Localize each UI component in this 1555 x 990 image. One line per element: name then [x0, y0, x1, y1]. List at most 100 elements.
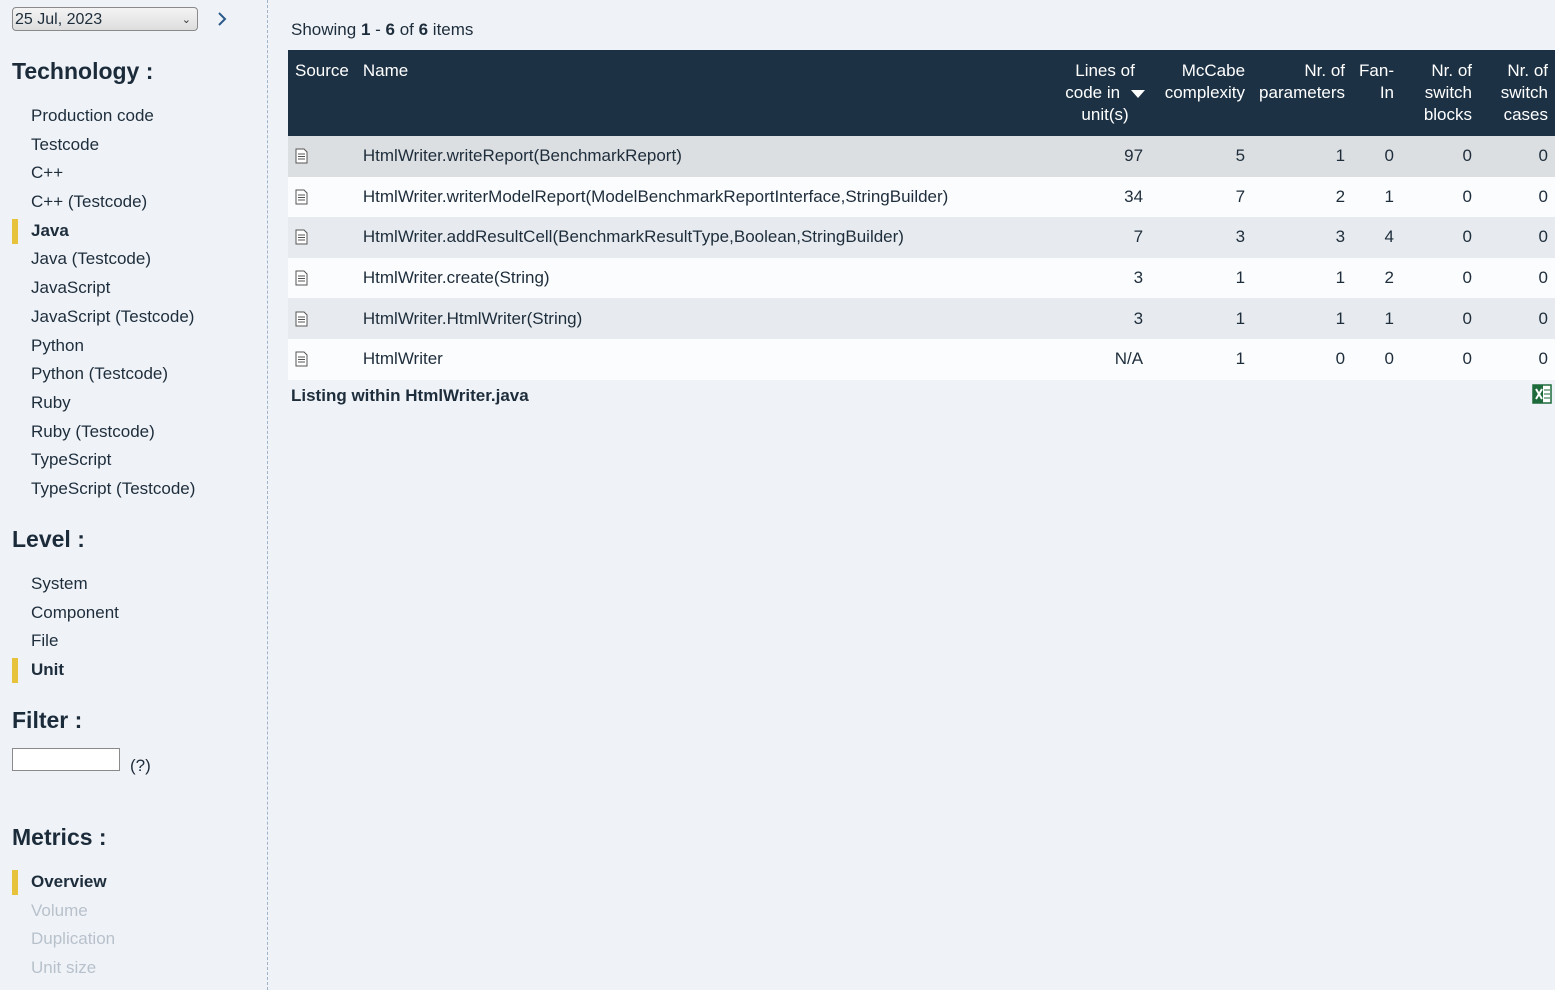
technology-list: Production code Testcode C++ C++ (Testcode)… — [12, 102, 252, 504]
source-cell[interactable] — [288, 176, 356, 218]
column-header-fanin[interactable]: Fan- In — [1352, 50, 1401, 136]
fanin-cell: 1 — [1352, 298, 1401, 339]
nav-metrics-unit-size: Unit size — [31, 958, 97, 978]
nav-level-unit[interactable]: Unit — [12, 656, 252, 685]
column-header-switch-blocks[interactable]: Nr. of switch blocks — [1401, 50, 1479, 136]
source-file-icon[interactable] — [295, 148, 349, 164]
nav-technology-typescript-testcode[interactable]: TypeScript (Testcode) — [12, 475, 252, 504]
mccabe-cell: 5 — [1150, 136, 1253, 177]
table-row[interactable]: HtmlWriter.writerModelReport(ModelBenchm… — [288, 176, 1555, 218]
switch-blocks-cell: 0 — [1401, 298, 1479, 339]
table-body: HtmlWriter.writeReport(BenchmarkReport) 9… — [288, 136, 1555, 380]
nav-technology-java[interactable]: Java — [12, 217, 252, 246]
level-list: System Component File Unit — [12, 570, 252, 685]
sort-descending-icon — [1130, 89, 1145, 98]
source-cell[interactable] — [288, 338, 356, 380]
column-header-params[interactable]: Nr. of parameters — [1252, 50, 1353, 136]
fanin-cell: 1 — [1352, 176, 1401, 218]
metrics-list: Overview Volume Duplication Unit size — [12, 868, 252, 983]
mccabe-cell: 7 — [1150, 176, 1253, 218]
source-file-icon[interactable] — [295, 229, 349, 245]
column-header-name[interactable]: Name — [355, 50, 1055, 136]
table-row[interactable]: HtmlWriter.writeReport(BenchmarkReport) 9… — [288, 136, 1555, 177]
filter-help-link[interactable]: (?) — [130, 756, 151, 776]
source-cell[interactable] — [288, 136, 356, 177]
name-cell[interactable]: HtmlWriter — [355, 338, 1055, 380]
params-cell: 3 — [1252, 217, 1353, 258]
params-cell: 2 — [1252, 176, 1353, 218]
nav-technology-production-code[interactable]: Production code — [12, 102, 252, 131]
fanin-cell: 0 — [1352, 136, 1401, 177]
nav-metrics-overview[interactable]: Overview — [12, 868, 252, 897]
nav-technology-c[interactable]: C++ — [12, 159, 252, 188]
column-header-loc[interactable]: Lines of code in unit(s) — [1054, 50, 1151, 136]
fanin-cell: 4 — [1352, 217, 1401, 258]
name-cell[interactable]: HtmlWriter.writeReport(BenchmarkReport) — [355, 136, 1055, 177]
nav-technology-c-testcode[interactable]: C++ (Testcode) — [12, 188, 252, 217]
chevron-right-icon[interactable] — [216, 9, 232, 29]
showing-total: 6 — [418, 20, 429, 39]
units-table: Source Name Lines of code in unit(s) McCa… — [288, 50, 1555, 380]
date-select[interactable]: 25 Jul, 2023 ⌄ — [12, 7, 198, 31]
params-cell: 1 — [1252, 257, 1353, 299]
fanin-cell: 2 — [1352, 257, 1401, 299]
nav-technology-python-testcode[interactable]: Python (Testcode) — [12, 360, 252, 389]
table-row[interactable]: HtmlWriter.create(String) 3 1 1 2 0 0 — [288, 257, 1555, 299]
column-header-switch-cases[interactable]: Nr. of switch cases — [1479, 50, 1555, 136]
excel-export-icon[interactable] — [1531, 384, 1553, 404]
mccabe-cell: 3 — [1150, 217, 1253, 258]
switch-blocks-cell: 0 — [1401, 176, 1479, 218]
nav-technology-ruby-testcode[interactable]: Ruby (Testcode) — [12, 418, 252, 447]
source-file-icon[interactable] — [295, 351, 349, 367]
sidebar: 25 Jul, 2023 ⌄ Technology : Production c… — [0, 0, 268, 990]
nav-technology-java-testcode[interactable]: Java (Testcode) — [12, 245, 252, 274]
nav-level-component[interactable]: Component — [12, 599, 252, 628]
showing-of: of — [394, 20, 419, 39]
source-cell[interactable] — [288, 217, 356, 258]
filter-input[interactable] — [12, 748, 120, 771]
showing-from: 1 — [360, 20, 371, 39]
name-cell[interactable]: HtmlWriter.create(String) — [355, 257, 1055, 299]
table-row[interactable]: HtmlWriter.addResultCell(BenchmarkResult… — [288, 217, 1555, 258]
column-header-source[interactable]: Source — [288, 50, 356, 136]
nav-technology-javascript-testcode[interactable]: JavaScript (Testcode) — [12, 303, 252, 332]
chevron-down-icon: ⌄ — [181, 14, 191, 26]
nav-technology-python[interactable]: Python — [12, 332, 252, 361]
source-file-icon[interactable] — [295, 270, 349, 286]
date-value: 25 Jul, 2023 — [15, 11, 103, 28]
showing-to: 6 — [385, 20, 395, 39]
source-file-icon[interactable] — [295, 311, 349, 327]
listing-caption: Listing within HtmlWriter.java — [291, 386, 529, 405]
name-cell[interactable]: HtmlWriter.addResultCell(BenchmarkResult… — [355, 217, 1055, 258]
loc-cell: 34 — [1054, 176, 1151, 218]
source-cell[interactable] — [288, 298, 356, 339]
source-file-icon[interactable] — [295, 189, 349, 205]
switch-blocks-cell: 0 — [1401, 257, 1479, 299]
mccabe-cell: 1 — [1150, 298, 1253, 339]
name-cell[interactable]: HtmlWriter.HtmlWriter(String) — [355, 298, 1055, 339]
column-header-mccabe[interactable]: McCabe complexity — [1150, 50, 1253, 136]
table-row[interactable]: HtmlWriter N/A 1 0 0 0 0 — [288, 338, 1555, 380]
switch-cases-cell: 0 — [1479, 217, 1555, 258]
switch-cases-cell: 0 — [1479, 257, 1555, 299]
nav-technology-ruby[interactable]: Ruby — [12, 389, 252, 418]
fanin-cell: 0 — [1352, 338, 1401, 380]
table-row[interactable]: HtmlWriter.HtmlWriter(String) 3 1 1 1 0 0 — [288, 298, 1555, 339]
nav-technology-javascript[interactable]: JavaScript — [12, 274, 252, 303]
name-cell[interactable]: HtmlWriter.writerModelReport(ModelBenchm… — [355, 176, 1055, 218]
switch-cases-cell: 0 — [1479, 298, 1555, 339]
nav-level-system[interactable]: System — [12, 570, 252, 599]
switch-cases-cell: 0 — [1479, 338, 1555, 380]
nav-level-file[interactable]: File — [12, 627, 252, 656]
loc-cell: N/A — [1054, 338, 1151, 380]
params-cell: 0 — [1252, 338, 1353, 380]
mccabe-cell: 1 — [1150, 257, 1253, 299]
nav-technology-typescript[interactable]: TypeScript — [12, 446, 252, 475]
nav-metrics-volume: Volume — [31, 900, 88, 920]
nav-technology-testcode[interactable]: Testcode — [12, 131, 252, 160]
source-cell[interactable] — [288, 257, 356, 299]
switch-cases-cell: 0 — [1479, 136, 1555, 177]
table-header-row: Source Name Lines of code in unit(s) McCa… — [288, 50, 1555, 136]
loc-cell: 3 — [1054, 257, 1151, 299]
showing-sep: - — [370, 20, 386, 39]
